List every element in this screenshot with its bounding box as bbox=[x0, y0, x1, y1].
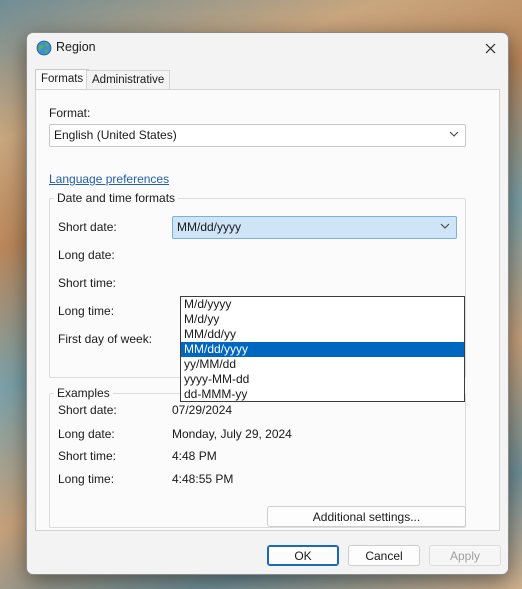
examples-group-title: Examples bbox=[54, 386, 113, 400]
example-long-date-label: Long date: bbox=[58, 427, 115, 441]
format-label: Format: bbox=[49, 106, 91, 120]
ok-button[interactable]: OK bbox=[267, 545, 339, 566]
format-select[interactable]: English (United States) bbox=[49, 124, 466, 147]
close-icon bbox=[485, 43, 495, 53]
example-short-date-label: Short date: bbox=[58, 403, 117, 417]
short-date-select[interactable]: MM/dd/yyyy bbox=[172, 216, 457, 239]
formats-panel: Format: English (United States) Language… bbox=[35, 89, 500, 531]
title-bar: Region bbox=[27, 33, 508, 65]
tab-formats[interactable]: Formats bbox=[35, 69, 90, 90]
dropdown-option[interactable]: M/d/yy bbox=[181, 312, 464, 327]
first-day-of-week-label: First day of week: bbox=[58, 332, 153, 346]
chevron-down-icon bbox=[440, 223, 450, 229]
chevron-down-icon bbox=[449, 131, 459, 137]
example-long-time-value: 4:48:55 PM bbox=[172, 472, 234, 486]
short-time-label: Short time: bbox=[58, 276, 117, 290]
globe-icon bbox=[36, 40, 52, 56]
short-date-select-value: MM/dd/yyyy bbox=[177, 220, 242, 234]
cancel-button[interactable]: Cancel bbox=[348, 545, 420, 566]
dropdown-option[interactable]: yy/MM/dd bbox=[181, 357, 464, 372]
window-title: Region bbox=[56, 40, 96, 54]
apply-button[interactable]: Apply bbox=[429, 545, 501, 566]
long-time-label: Long time: bbox=[58, 304, 115, 318]
additional-settings-button[interactable]: Additional settings... bbox=[267, 506, 466, 527]
date-time-group-title: Date and time formats bbox=[54, 191, 179, 205]
region-dialog: Region Formats Administrative Format: En… bbox=[26, 32, 509, 575]
example-short-date-value: 07/29/2024 bbox=[172, 403, 233, 417]
dropdown-option-selected[interactable]: MM/dd/yyyy bbox=[181, 342, 464, 357]
long-date-label: Long date: bbox=[58, 248, 115, 262]
close-button[interactable] bbox=[472, 33, 508, 63]
dropdown-option[interactable]: yyyy-MM-dd bbox=[181, 372, 464, 387]
language-preferences-link[interactable]: Language preferences bbox=[49, 172, 169, 186]
dropdown-option[interactable]: M/d/yyyy bbox=[181, 297, 464, 312]
format-select-value: English (United States) bbox=[54, 128, 177, 142]
dropdown-option[interactable]: dd-MMM-yy bbox=[181, 387, 464, 402]
example-short-time-label: Short time: bbox=[58, 449, 117, 463]
short-date-label: Short date: bbox=[58, 220, 117, 234]
short-date-dropdown-list: M/d/yyyy M/d/yy MM/dd/yy MM/dd/yyyy yy/M… bbox=[180, 296, 465, 402]
example-short-time-value: 4:48 PM bbox=[172, 449, 217, 463]
example-long-time-label: Long time: bbox=[58, 472, 115, 486]
example-long-date-value: Monday, July 29, 2024 bbox=[172, 427, 292, 441]
tab-administrative[interactable]: Administrative bbox=[86, 70, 171, 89]
dropdown-option[interactable]: MM/dd/yy bbox=[181, 327, 464, 342]
